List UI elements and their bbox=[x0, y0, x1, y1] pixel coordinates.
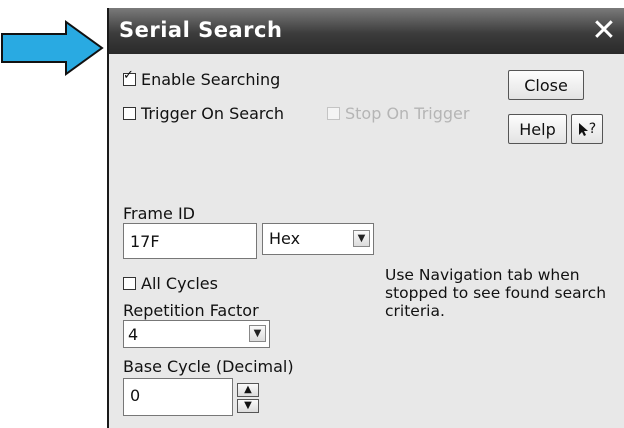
repetition-factor-value: 4 bbox=[128, 325, 139, 344]
base-cycle-input[interactable]: 0 bbox=[123, 378, 233, 416]
whats-this-button[interactable]: ? bbox=[571, 114, 603, 144]
checkbox-icon bbox=[123, 107, 136, 120]
question-mark-icon: ? bbox=[588, 121, 597, 137]
repetition-factor-select[interactable]: 4 ▼ bbox=[123, 320, 270, 348]
checkbox-icon bbox=[327, 107, 340, 120]
repetition-factor-label: Repetition Factor bbox=[123, 301, 259, 320]
trigger-on-search-checkbox[interactable]: Trigger On Search bbox=[123, 104, 284, 123]
all-cycles-checkbox[interactable]: All Cycles bbox=[123, 274, 218, 293]
frame-id-label: Frame ID bbox=[123, 204, 195, 223]
serial-search-dialog: Serial Search ✕ ✓ Enable Searching Trigg… bbox=[107, 8, 624, 428]
chevron-down-icon[interactable]: ▼ bbox=[353, 230, 370, 247]
spin-up-icon[interactable]: ▲ bbox=[237, 383, 259, 397]
spin-down-icon[interactable]: ▼ bbox=[237, 399, 259, 413]
all-cycles-label: All Cycles bbox=[141, 274, 218, 293]
checkbox-icon: ✓ bbox=[123, 69, 136, 86]
info-text: Use Navigation tab when stopped to see f… bbox=[385, 266, 607, 320]
trigger-on-search-label: Trigger On Search bbox=[141, 104, 285, 123]
right-arrow-icon bbox=[1, 20, 104, 76]
window-title: Serial Search bbox=[119, 18, 283, 42]
enable-searching-label: Enable Searching bbox=[141, 70, 281, 89]
title-bar: Serial Search ✕ bbox=[109, 8, 624, 54]
frame-id-input[interactable]: 17F bbox=[123, 223, 257, 259]
arrow-pointer-icon bbox=[578, 122, 588, 136]
close-icon[interactable]: ✕ bbox=[588, 15, 620, 47]
frame-id-format-select[interactable]: Hex ▼ bbox=[262, 223, 374, 255]
format-value: Hex bbox=[269, 229, 301, 248]
base-cycle-label: Base Cycle (Decimal) bbox=[123, 357, 294, 376]
chevron-down-icon[interactable]: ▼ bbox=[249, 325, 266, 342]
stop-on-trigger-label: Stop On Trigger bbox=[345, 104, 470, 123]
stop-on-trigger-checkbox[interactable]: Stop On Trigger bbox=[327, 104, 469, 123]
close-button[interactable]: Close bbox=[508, 70, 584, 100]
enable-searching-checkbox[interactable]: ✓ Enable Searching bbox=[123, 69, 281, 89]
checkbox-icon bbox=[123, 277, 136, 290]
help-button[interactable]: Help bbox=[508, 114, 567, 144]
